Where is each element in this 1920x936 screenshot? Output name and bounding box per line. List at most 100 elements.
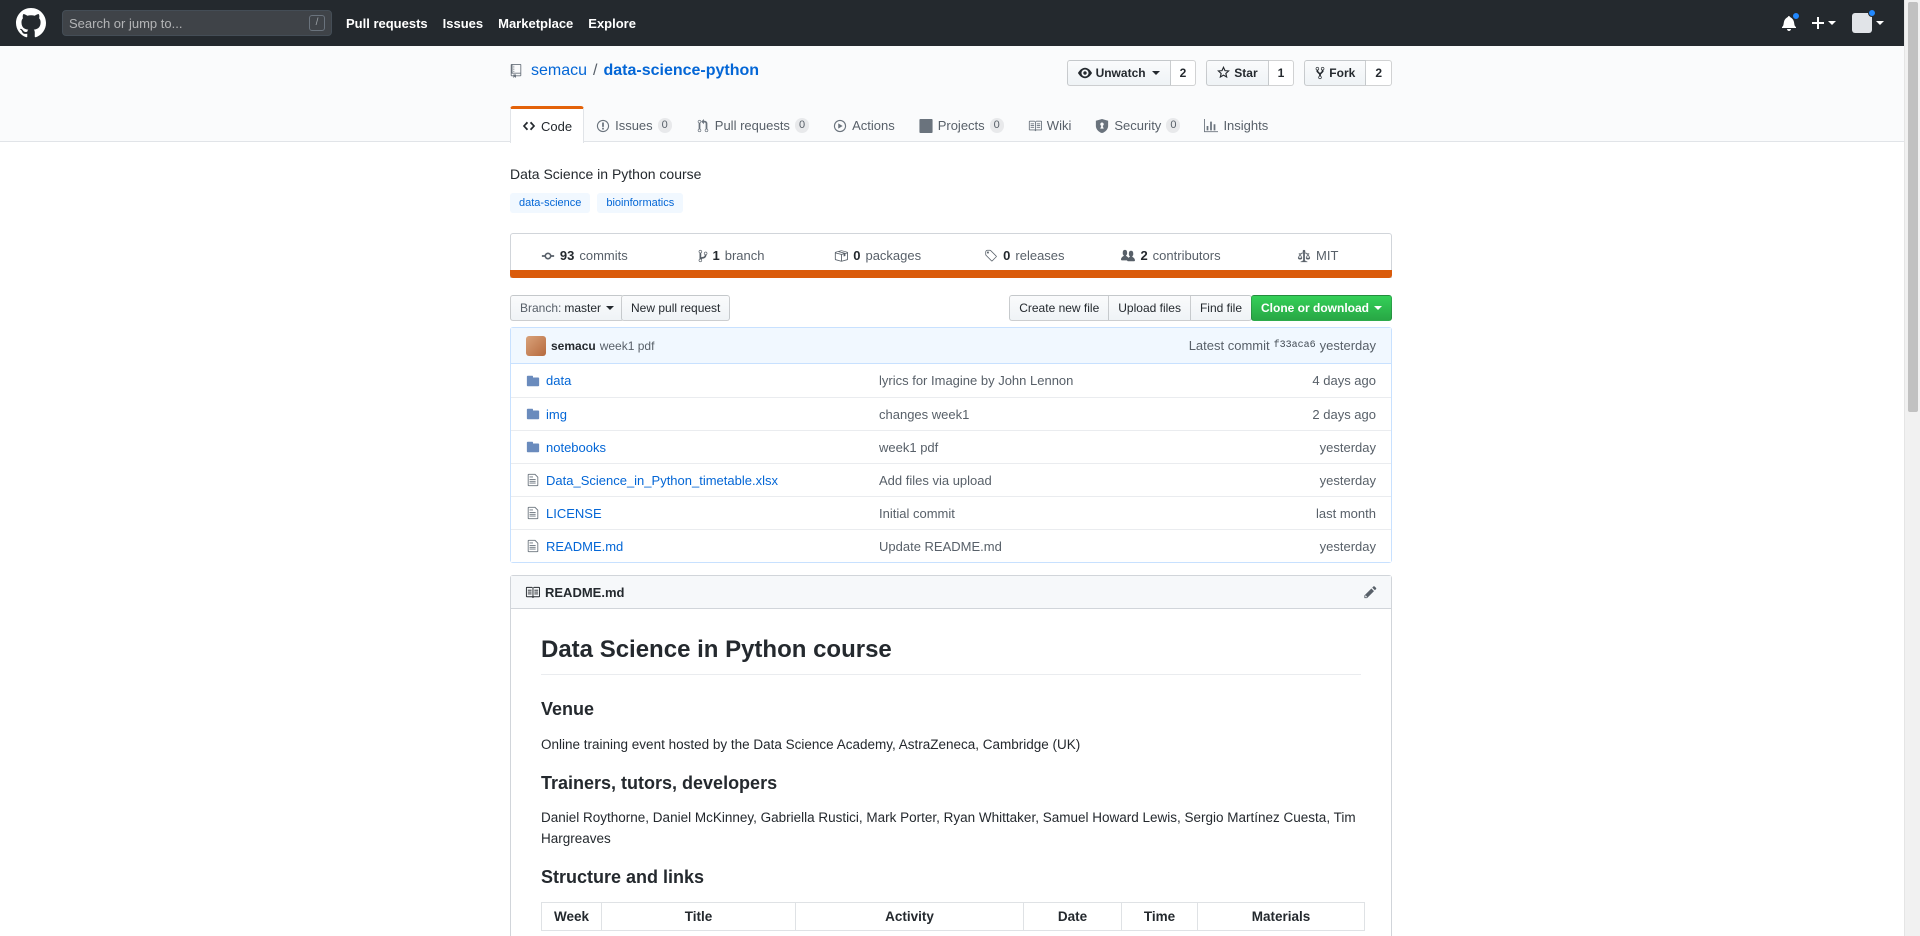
nav-marketplace[interactable]: Marketplace (498, 16, 573, 31)
commit-icon (541, 252, 555, 259)
file-row-license: LICENSE Initial commit last month (511, 496, 1391, 529)
project-icon (919, 118, 933, 133)
packages-count: 0 (853, 248, 861, 263)
book-icon (525, 586, 540, 598)
commit-sha[interactable]: f33aca6 (1274, 340, 1316, 351)
chevron-down-icon (1151, 71, 1160, 75)
readme-title: Data Science in Python course (541, 635, 1361, 675)
file-row-timetable: Data_Science_in_Python_timetable.xlsx Ad… (511, 463, 1391, 496)
topic-tag[interactable]: bioinformatics (597, 193, 684, 213)
author-avatar[interactable] (526, 335, 546, 356)
latest-commit-info: Latest commit f33aca6 yesterday (1189, 338, 1376, 353)
tab-insights[interactable]: Insights (1192, 106, 1280, 142)
package-icon (835, 249, 849, 262)
pull-request-icon (697, 118, 709, 132)
header-actions (1782, 0, 1884, 46)
file-commit-message[interactable]: week1 pdf (879, 440, 1320, 455)
structure-heading: Structure and links (541, 867, 705, 887)
code-icon (522, 121, 536, 131)
branch-name: master (564, 301, 602, 315)
tab-label: Projects (937, 118, 985, 133)
scrollbar-thumb[interactable] (1908, 2, 1918, 412)
chevron-down-icon (1374, 306, 1382, 310)
user-menu-dropdown[interactable] (1852, 9, 1884, 33)
upload-files-button[interactable]: Upload files (1108, 295, 1191, 321)
tab-label: Actions (852, 118, 895, 133)
chevron-down-icon (1828, 21, 1836, 25)
contributors-count: 2 (1140, 248, 1148, 263)
github-logo-icon[interactable] (16, 8, 46, 38)
search-input[interactable] (69, 15, 299, 31)
readme-filename: README.md (545, 584, 625, 600)
create-new-file-button[interactable]: Create new file (1009, 295, 1110, 321)
file-commit-message[interactable]: changes week1 (879, 407, 1312, 422)
tab-issues[interactable]: Issues 0 (584, 106, 684, 142)
file-age: yesterday (1319, 538, 1376, 554)
repo-owner-link[interactable]: semacu (531, 62, 587, 80)
fork-group: Fork 2 (1304, 60, 1392, 86)
new-pull-request-button[interactable]: New pull request (621, 295, 731, 321)
forks-count[interactable]: 2 (1366, 60, 1392, 86)
file-icon (527, 539, 539, 553)
tab-actions[interactable]: Actions (821, 106, 907, 142)
file-commit-message[interactable]: Update README.md (879, 539, 1320, 554)
fork-button[interactable]: Fork (1304, 60, 1367, 86)
eye-icon (1077, 67, 1092, 79)
file-commit-message[interactable]: lyrics for Imagine by John Lennon (879, 373, 1312, 388)
file-name-link[interactable]: LICENSE (546, 506, 879, 521)
notifications-bell-icon[interactable] (1782, 12, 1800, 31)
tab-label: Code (541, 118, 573, 134)
tab-count: 0 (989, 118, 1004, 133)
branch-prefix: Branch: (520, 301, 562, 315)
star-button[interactable]: Star (1206, 60, 1269, 86)
tab-code[interactable]: Code (510, 106, 585, 143)
graph-icon (1204, 118, 1219, 132)
watchers-count[interactable]: 2 (1170, 60, 1197, 86)
find-file-button[interactable]: Find file (1189, 295, 1252, 321)
file-name-link[interactable]: img (546, 407, 879, 422)
folder-icon (526, 375, 540, 386)
law-scale-icon (1297, 249, 1311, 262)
tab-projects[interactable]: Projects 0 (907, 106, 1016, 142)
pencil-edit-icon[interactable] (1364, 585, 1377, 599)
branch-select-button[interactable]: Branch: master (510, 295, 625, 321)
readme-header: README.md (511, 576, 1391, 609)
repo-path-separator: / (593, 62, 598, 79)
tab-security[interactable]: Security 0 (1083, 106, 1192, 142)
user-status-dot (1868, 9, 1876, 17)
topic-tag[interactable]: data-science (510, 193, 591, 213)
create-new-dropdown[interactable] (1812, 15, 1836, 31)
commit-author[interactable]: semacu (551, 339, 596, 353)
branch-count: 1 (712, 248, 720, 263)
search-box[interactable]: / (62, 10, 332, 36)
tab-wiki[interactable]: Wiki (1016, 106, 1084, 142)
tab-label: Wiki (1046, 118, 1072, 133)
issue-icon (596, 119, 610, 132)
search-shortcut-key: / (309, 15, 325, 31)
nav-pull-requests[interactable]: Pull requests (346, 16, 428, 31)
repo-title: semacu / data-science-python (510, 62, 759, 80)
stargazers-count[interactable]: 1 (1268, 60, 1295, 86)
file-commit-message[interactable]: Initial commit (879, 506, 1316, 521)
language-bar[interactable] (510, 270, 1392, 278)
unread-notification-dot (1792, 12, 1800, 20)
watch-group: Unwatch 2 (1066, 60, 1197, 86)
nav-issues[interactable]: Issues (443, 16, 483, 31)
unwatch-button[interactable]: Unwatch (1066, 60, 1171, 86)
clone-download-button[interactable]: Clone or download (1251, 295, 1392, 321)
file-name-link[interactable]: README.md (546, 539, 879, 554)
file-name-link[interactable]: Data_Science_in_Python_timetable.xlsx (546, 473, 879, 488)
tab-pull-requests[interactable]: Pull requests 0 (684, 106, 821, 142)
page-scrollbar[interactable] (1904, 0, 1920, 936)
file-name-link[interactable]: notebooks (546, 440, 879, 455)
nav-explore[interactable]: Explore (588, 16, 636, 31)
commit-message[interactable]: week1 pdf (600, 339, 655, 353)
readme-panel: README.md Data Science in Python course … (510, 575, 1392, 936)
file-age: last month (1316, 505, 1376, 521)
repo-name-link[interactable]: data-science-python (603, 62, 759, 80)
file-name-link[interactable]: data (546, 373, 879, 388)
file-commit-message[interactable]: Add files via upload (879, 473, 1320, 488)
venue-text: Online training event hosted by the Data… (541, 736, 1081, 752)
file-row-readme: README.md Update README.md yesterday (511, 529, 1391, 562)
user-avatar (1852, 9, 1876, 33)
